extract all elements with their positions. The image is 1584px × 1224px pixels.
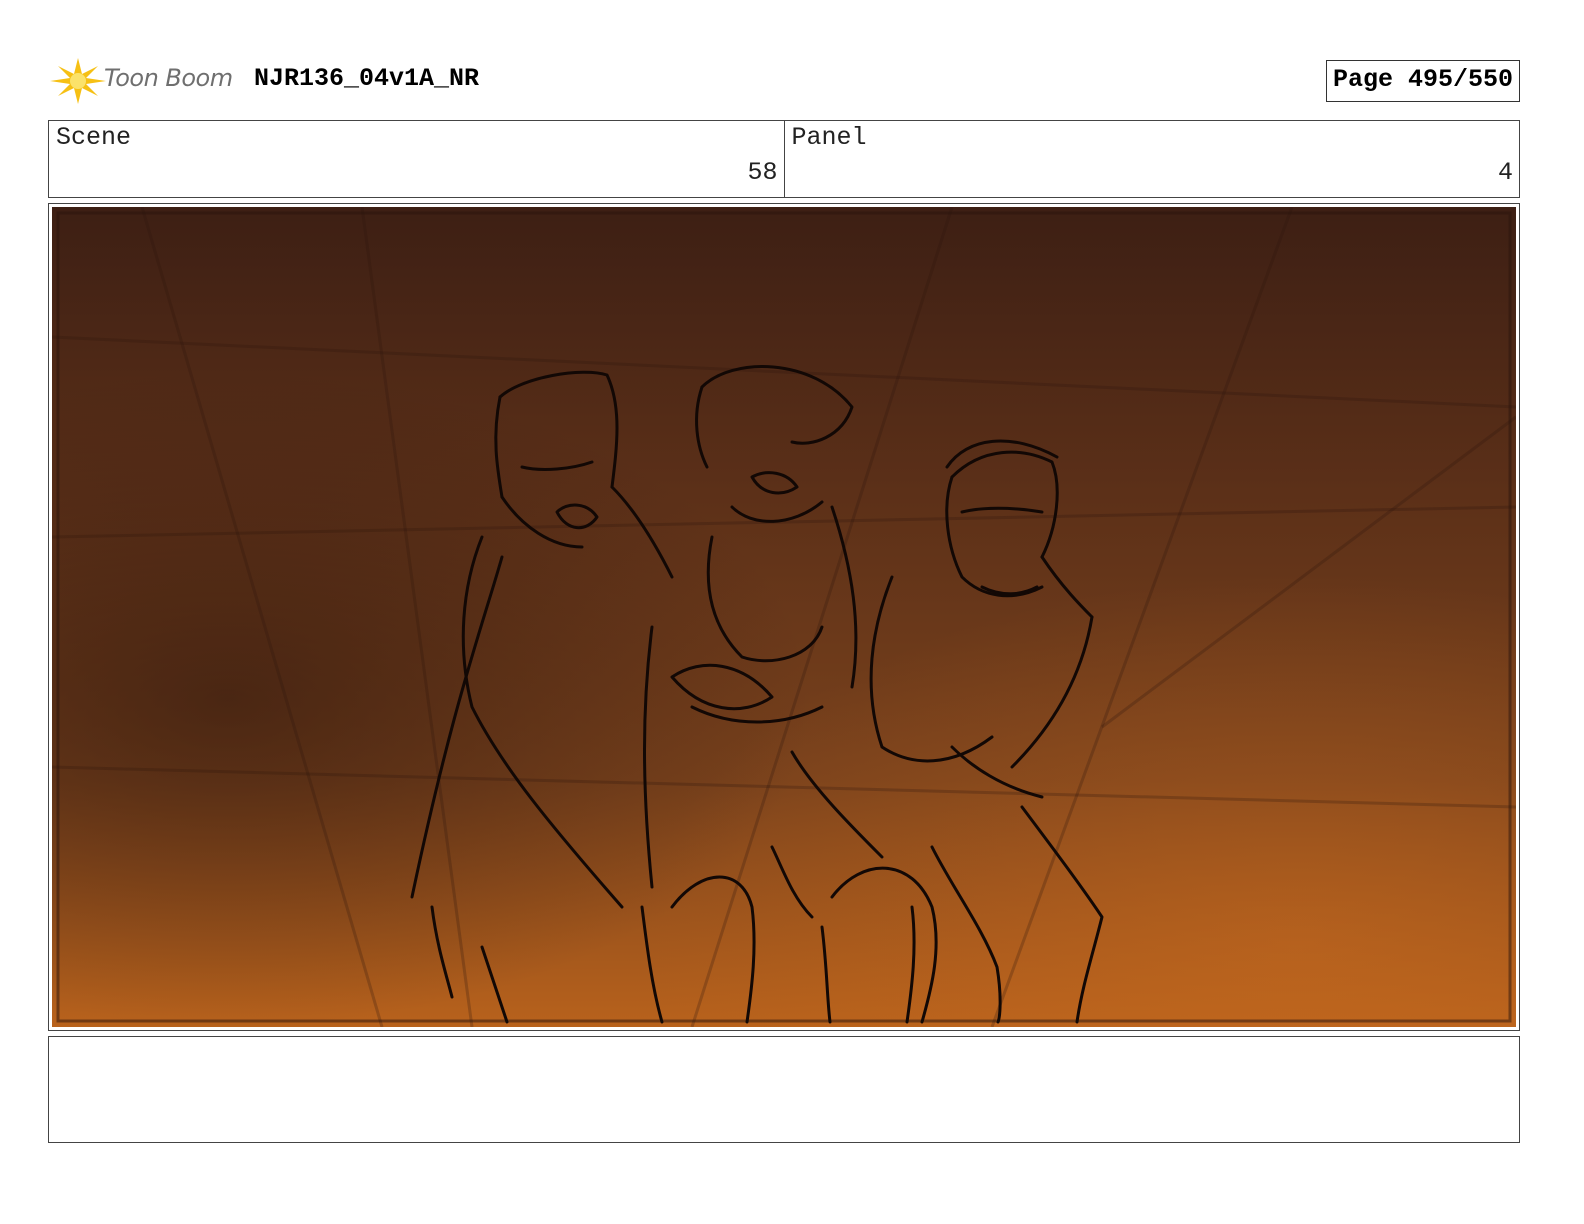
notes-box xyxy=(48,1036,1520,1143)
storyboard-sketch-image xyxy=(52,207,1516,1027)
scene-cell: Scene 58 xyxy=(49,121,784,197)
toon-boom-logo: Toon Boom xyxy=(48,56,244,106)
storyboard-panel-frame xyxy=(48,203,1520,1031)
scene-label: Scene xyxy=(56,123,132,152)
scene-number: 58 xyxy=(747,158,778,187)
panel-label: Panel xyxy=(791,123,867,152)
scene-panel-info: Scene 58 Panel 4 xyxy=(48,120,1520,198)
starburst-icon xyxy=(50,58,106,104)
logo-text: Toon Boom xyxy=(104,64,233,92)
project-title: NJR136_04v1A_NR xyxy=(254,64,480,93)
panel-cell: Panel 4 xyxy=(783,121,1520,197)
page-counter: Page 495/550 xyxy=(1325,60,1520,102)
panel-number: 4 xyxy=(1497,158,1513,187)
page-header: Toon Boom NJR136_04v1A_NR Page 495/550 xyxy=(48,56,1520,106)
